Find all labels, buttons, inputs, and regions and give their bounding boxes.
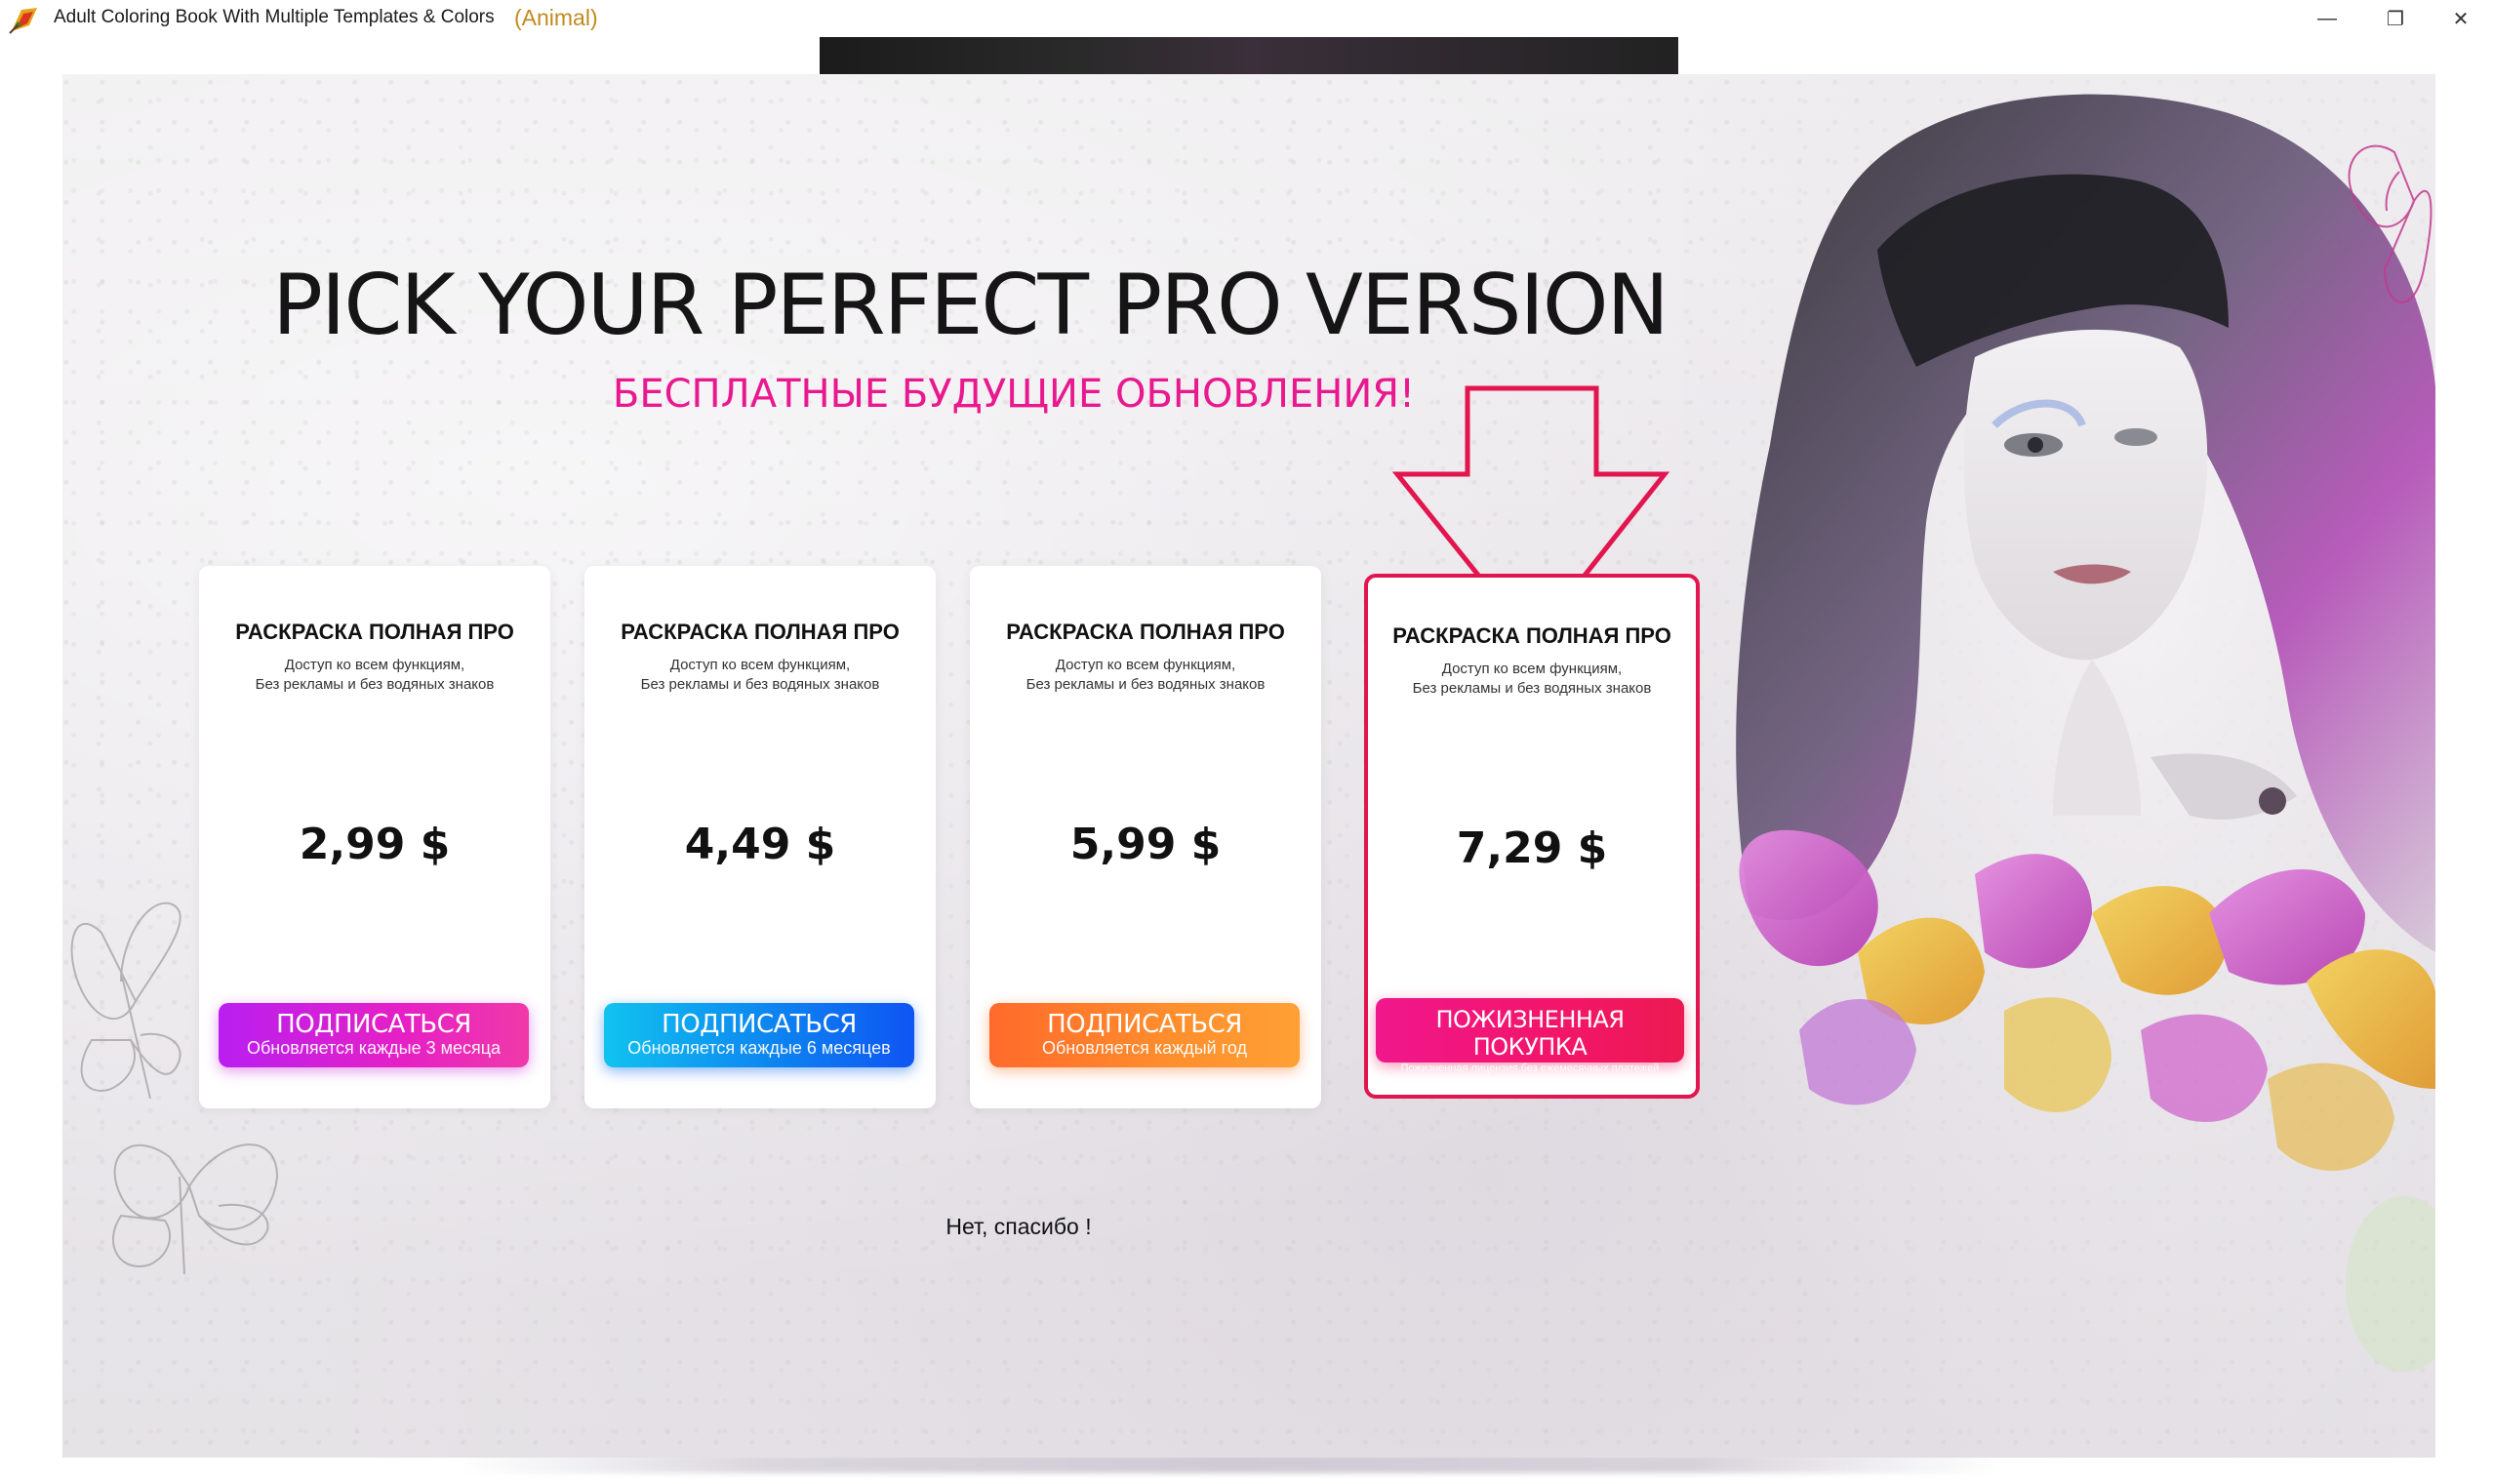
plan-price: 5,99 $: [1069, 820, 1222, 869]
button-sublabel: Пожизненная лицензия,без ежемесячных пла…: [1400, 1063, 1660, 1074]
subscribe-3-months-button[interactable]: ПОДПИСАТЬСЯ Обновляется каждые 3 месяца: [219, 1003, 529, 1067]
app-logo-icon: [9, 8, 37, 34]
plan-price: 4,49 $: [684, 820, 836, 869]
window-title: Adult Coloring Book With Multiple Templa…: [54, 7, 495, 27]
button-label: ПОДПИСАТЬСЯ: [662, 1010, 857, 1039]
button-sublabel: Обновляется каждые 3 месяца: [246, 1038, 502, 1058]
button-label: ПОЖИЗНЕННАЯ ПОКУПКА: [1435, 1006, 1625, 1061]
subscribe-yearly-button[interactable]: ПОДПИСАТЬСЯ Обновляется каждый год: [989, 1003, 1300, 1067]
plan-card-yearly: РАСКРАСКА ПОЛНАЯ ПРО Доступ ко всем функ…: [970, 566, 1321, 1108]
pro-upgrade-dialog: PICK YOUR PERFECT PRO VERSION БЕСПЛАТНЫЕ…: [62, 74, 2435, 1458]
plan-description-line: Доступ ко всем функциям,: [1441, 661, 1623, 677]
button-sublabel: Обновляется каждый год: [1042, 1038, 1247, 1058]
portrait-artwork: [1682, 74, 2435, 1458]
plan-description-line: Без рекламы и без водяных знаков: [1025, 676, 1266, 693]
plan-description: Доступ ко всем функциям, Без рекламы и б…: [1368, 660, 1696, 699]
background-app-strip: [820, 37, 1678, 76]
plan-description-line: Без рекламы и без водяных знаков: [1412, 680, 1652, 697]
minimize-icon: —: [2317, 7, 2337, 29]
plan-title: РАСКРАСКА ПОЛНАЯ ПРО: [1392, 623, 1671, 648]
dialog-subheadline: БЕСПЛАТНЫЕ БУДУЩИЕ ОБНОВЛЕНИЯ!: [612, 372, 1416, 417]
plan-description-line: Без рекламы и без водяных знаков: [255, 676, 495, 693]
window-titlebar: Adult Coloring Book With Multiple Templa…: [0, 0, 2493, 37]
close-button[interactable]: ✕: [2427, 0, 2493, 37]
plan-card-3-months: РАСКРАСКА ПОЛНАЯ ПРО Доступ ко всем функ…: [199, 566, 550, 1108]
plan-description: Доступ ко всем функциям, Без рекламы и б…: [970, 656, 1321, 695]
dialog-headline: PICK YOUR PERFECT PRO VERSION: [272, 257, 1669, 354]
minimize-button[interactable]: —: [2293, 0, 2361, 37]
subscribe-6-months-button[interactable]: ПОДПИСАТЬСЯ Обновляется каждые 6 месяцев: [604, 1003, 914, 1067]
plan-card-lifetime: РАСКРАСКА ПОЛНАЯ ПРО Доступ ко всем функ…: [1364, 574, 1700, 1099]
plan-price: 2,99 $: [299, 820, 451, 869]
button-label: ПОДПИСАТЬСЯ: [1047, 1010, 1242, 1039]
plan-description-line: Доступ ко всем функциям,: [284, 657, 465, 673]
window-subtitle: (Animal): [514, 5, 598, 30]
lifetime-purchase-button[interactable]: ПОЖИЗНЕННАЯ ПОКУПКА Пожизненная лицензия…: [1376, 998, 1684, 1074]
plan-description-line: Без рекламы и без водяных знаков: [640, 676, 880, 693]
plan-price: 7,29 $: [1456, 823, 1608, 873]
no-thanks-link[interactable]: Нет, спасибо !: [872, 1214, 1165, 1240]
button-label: ПОДПИСАТЬСЯ: [276, 1010, 471, 1039]
maximize-button[interactable]: ❐: [2361, 0, 2430, 37]
plan-title: РАСКРАСКА ПОЛНАЯ ПРО: [235, 620, 514, 644]
plan-description: Доступ ко всем функциям, Без рекламы и б…: [584, 656, 936, 695]
button-sublabel: Обновляется каждые 6 месяцев: [627, 1038, 891, 1058]
plan-description-line: Доступ ко всем функциям,: [1055, 657, 1236, 673]
plan-description-line: Доступ ко всем функциям,: [669, 657, 851, 673]
restore-icon: ❐: [2387, 8, 2404, 30]
plan-card-6-months: РАСКРАСКА ПОЛНАЯ ПРО Доступ ко всем функ…: [584, 566, 936, 1108]
plan-description: Доступ ко всем функциям, Без рекламы и б…: [199, 656, 550, 695]
plan-title: РАСКРАСКА ПОЛНАЯ ПРО: [621, 620, 900, 644]
plan-title: РАСКРАСКА ПОЛНАЯ ПРО: [1006, 620, 1285, 644]
close-icon: ✕: [2452, 8, 2470, 30]
